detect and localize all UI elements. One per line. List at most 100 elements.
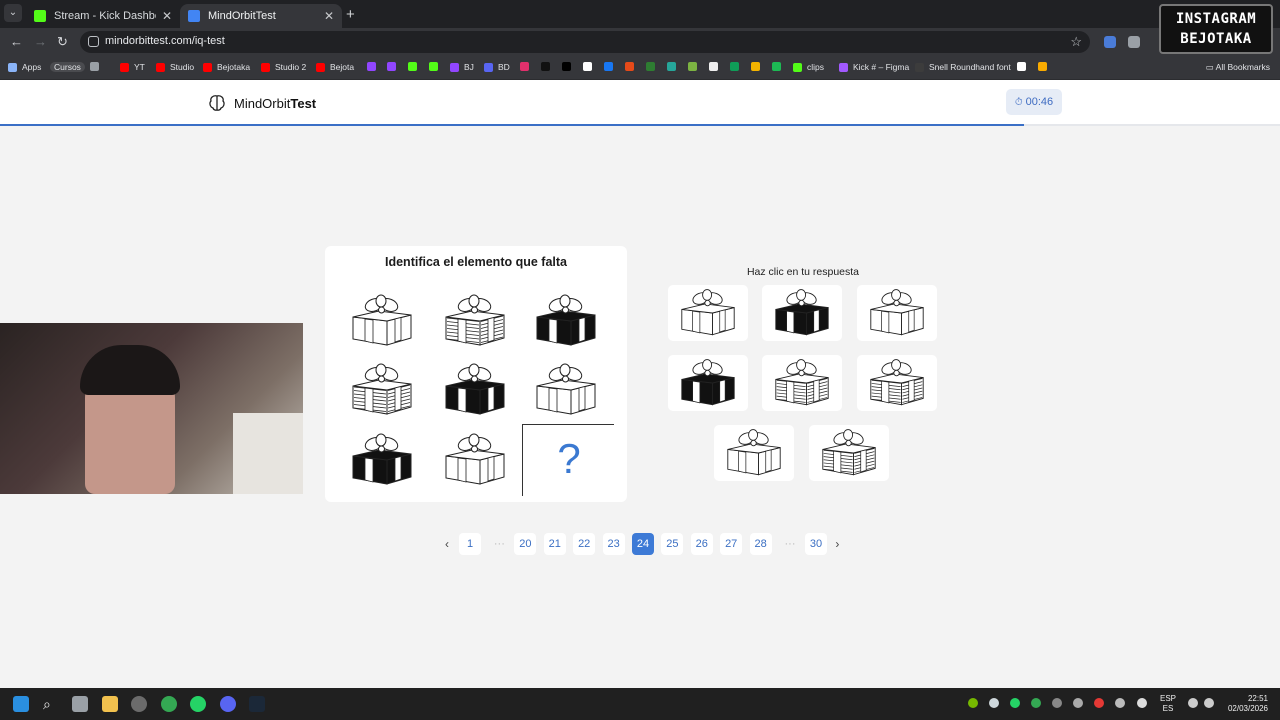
bookmark-apps[interactable]: Apps: [8, 62, 41, 72]
answer-option-1[interactable]: [668, 285, 748, 341]
bookmark-drive[interactable]: [730, 62, 744, 71]
headset-tray-icon[interactable]: [1073, 698, 1083, 708]
bookmark-f[interactable]: [583, 62, 597, 71]
answer-option-3[interactable]: [857, 285, 937, 341]
tool-icon: [1038, 62, 1047, 71]
answer-option-4[interactable]: [668, 355, 748, 411]
bookmark-green[interactable]: [646, 62, 660, 71]
bookmark-kick[interactable]: [408, 62, 422, 71]
bookmark-twitch-2[interactable]: [387, 62, 401, 71]
all-bookmarks[interactable]: ▭ All Bookmarks: [1206, 62, 1270, 73]
page-button-25[interactable]: 25: [661, 533, 684, 555]
answer-option-7[interactable]: [714, 425, 794, 481]
answer-option-8[interactable]: [809, 425, 889, 481]
gift-box-icon: [536, 294, 596, 346]
microphone-tray-icon[interactable]: [1137, 698, 1147, 708]
windows-start-icon[interactable]: [13, 696, 29, 712]
page-button-27[interactable]: 27: [720, 533, 743, 555]
extension-icon[interactable]: [1128, 36, 1140, 48]
page-button-22[interactable]: 22: [573, 533, 596, 555]
gift-box-icon: [681, 289, 735, 336]
bookmark-drive-2[interactable]: [751, 62, 765, 71]
answer-option-5[interactable]: [762, 355, 842, 411]
close-tab-icon[interactable]: ✕: [324, 9, 334, 23]
x-icon: [562, 62, 571, 71]
network-icon[interactable]: [1188, 698, 1198, 708]
bookmark-star-icon[interactable]: ☆: [1070, 34, 1082, 50]
language-indicator[interactable]: ESP ES: [1160, 694, 1176, 714]
bookmark-instagram[interactable]: [520, 62, 534, 71]
bookmark-bejotaka[interactable]: Bejotaka: [203, 62, 250, 72]
bookmark-label: YT: [134, 62, 145, 72]
bookmark-snell-font[interactable]: Snell Roundhand font: [915, 62, 1011, 72]
page-button-20[interactable]: 20: [514, 533, 537, 555]
task-view-icon[interactable]: [72, 696, 88, 712]
page-button-23[interactable]: 23: [602, 533, 625, 555]
next-page-arrow-icon[interactable]: ›: [826, 533, 848, 555]
bookmark-studio[interactable]: Studio: [156, 62, 194, 72]
steam-tray-icon[interactable]: [989, 698, 999, 708]
extension-icon[interactable]: [1104, 36, 1116, 48]
bookmark-bj[interactable]: BJ: [450, 62, 474, 72]
bookmark-bejota[interactable]: Bejota: [316, 62, 354, 72]
chrome-icon[interactable]: [161, 696, 177, 712]
bookmark-spotify[interactable]: [772, 62, 786, 71]
bookmark-clips[interactable]: clips: [793, 62, 824, 72]
answer-option-2[interactable]: [762, 285, 842, 341]
page-button-current[interactable]: 24: [632, 533, 654, 555]
bookmark-red[interactable]: [625, 62, 639, 71]
bookmark-teal[interactable]: [667, 62, 681, 71]
address-bar[interactable]: mindorbittest.com/iq-test ☆: [80, 31, 1090, 53]
prev-page-arrow-icon[interactable]: ‹: [436, 533, 458, 555]
page-button-26[interactable]: 26: [690, 533, 713, 555]
bookmark-x[interactable]: [562, 62, 576, 71]
app-tray-icon[interactable]: [1052, 698, 1062, 708]
bookmark-lime[interactable]: [688, 62, 702, 71]
answer-option-6[interactable]: [857, 355, 937, 411]
tab-kick-dashboard[interactable]: Stream - Kick Dashboard ✕: [26, 4, 180, 28]
new-tab-plus-icon[interactable]: +: [346, 6, 355, 23]
volume-icon[interactable]: [1204, 698, 1214, 708]
tab-mindorbittest[interactable]: MindOrbitTest ✕: [180, 4, 342, 28]
bookmark-cursos[interactable]: Cursos: [50, 62, 85, 72]
bookmark-bd[interactable]: BD: [484, 62, 510, 72]
url-text[interactable]: mindorbittest.com/iq-test: [105, 35, 225, 47]
gift-outline-figure: [531, 360, 601, 420]
bookmark-figma[interactable]: Kick # – Figma: [839, 62, 909, 72]
bookmark-white[interactable]: [709, 62, 723, 71]
nvidia-tray-icon[interactable]: [968, 698, 978, 708]
back-arrow-icon[interactable]: ←: [10, 34, 23, 49]
question-mark: ?: [557, 435, 581, 482]
bookmark-yellow[interactable]: [1038, 62, 1052, 71]
site-info-icon[interactable]: [88, 36, 99, 47]
bookmark-kick-2[interactable]: [429, 62, 443, 71]
page-button-1[interactable]: 1: [459, 533, 481, 555]
page-button-28[interactable]: 28: [749, 533, 772, 555]
discord-icon[interactable]: [220, 696, 236, 712]
forward-arrow-icon[interactable]: →: [34, 34, 47, 49]
close-tab-icon[interactable]: ✕: [162, 9, 172, 23]
chevron-tray-icon[interactable]: [1115, 698, 1125, 708]
file-explorer-icon[interactable]: [102, 696, 118, 712]
bookmark-c[interactable]: [1017, 62, 1031, 71]
page-button-21[interactable]: 21: [543, 533, 566, 555]
bookmark-tiktok[interactable]: [541, 62, 555, 71]
steam-icon[interactable]: [249, 696, 265, 712]
bookmark-twitch[interactable]: [367, 62, 381, 71]
bookmark-yt[interactable]: YT: [120, 62, 145, 72]
reload-icon[interactable]: ↻: [57, 34, 68, 50]
chrome-tray-icon[interactable]: [1031, 698, 1041, 708]
app-icon[interactable]: [131, 696, 147, 712]
bookmark-label: BD: [498, 62, 510, 72]
whatsapp-tray-icon[interactable]: [1010, 698, 1020, 708]
bookmark-grid[interactable]: [90, 62, 104, 71]
search-icon[interactable]: ⌕: [43, 696, 59, 712]
app-tray-icon[interactable]: [1094, 698, 1104, 708]
page-button-30[interactable]: 30: [805, 533, 827, 555]
whatsapp-icon[interactable]: [190, 696, 206, 712]
tab-search-chevron-icon[interactable]: ⌄: [4, 4, 22, 22]
system-clock[interactable]: 22:51 02/03/2026: [1222, 694, 1268, 714]
bookmark-studio-2[interactable]: Studio 2: [261, 62, 306, 72]
bookmark-meta[interactable]: [604, 62, 618, 71]
brand-logo[interactable]: MindOrbit Test: [207, 93, 316, 113]
